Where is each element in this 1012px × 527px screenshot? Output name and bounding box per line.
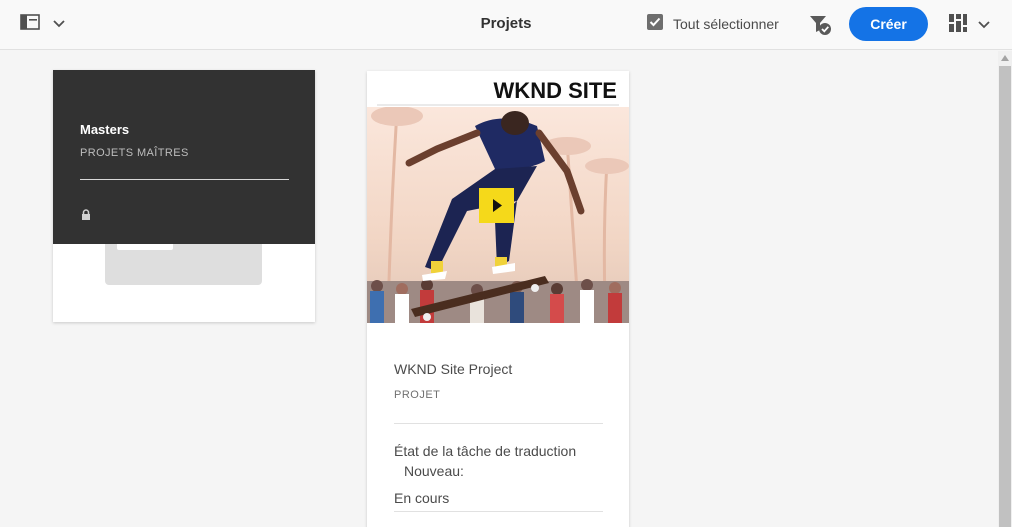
select-all-label: Tout sélectionner [673,15,779,32]
divider [394,511,603,512]
project-info: WKND Site Project PROJET État de la tâch… [394,361,603,512]
chevron-down-icon [978,16,990,34]
view-switcher-icon [948,13,968,38]
lock-icon [81,207,91,225]
select-all-button[interactable]: Tout sélectionner [646,13,779,34]
masters-card[interactable]: Masters PROJETS MAÎTRES [53,70,315,322]
rail-toggle-icon [20,13,40,35]
divider [80,179,289,180]
wknd-project-card[interactable]: WKND SITE WKND Site Project PROJET État … [367,71,629,527]
filter-icon [808,16,834,41]
scrollbar-thumb[interactable] [999,66,1011,527]
filter-button[interactable] [808,13,834,37]
divider [394,423,603,424]
view-switcher-button[interactable] [948,12,1000,38]
create-button[interactable]: Créer [849,7,928,41]
card-grid: Masters PROJETS MAÎTRES WKND SITE WKND S… [0,51,998,527]
card-title: Masters [80,122,130,137]
card-type: PROJET [394,389,441,401]
translation-status-value: En cours [394,490,450,506]
masters-overlay[interactable]: Masters PROJETS MAÎTRES [53,70,315,244]
play-icon[interactable] [479,188,514,223]
checkbox-checked-icon [646,13,664,34]
translation-status-new: Nouveau: [404,463,464,479]
project-thumbnail: WKND SITE [367,71,629,323]
thumbnail-brand-text: WKND SITE [494,78,617,103]
translation-status-label: État de la tâche de traduction [394,443,577,459]
chevron-down-icon [53,15,65,33]
card-subtitle: PROJETS MAÎTRES [80,147,189,159]
action-bar: Projets Tout sélectionner Créer [0,0,1012,50]
card-title: WKND Site Project [394,361,513,377]
scroll-up-arrow-icon[interactable] [1001,55,1009,61]
rail-toggle-button[interactable] [12,10,68,38]
